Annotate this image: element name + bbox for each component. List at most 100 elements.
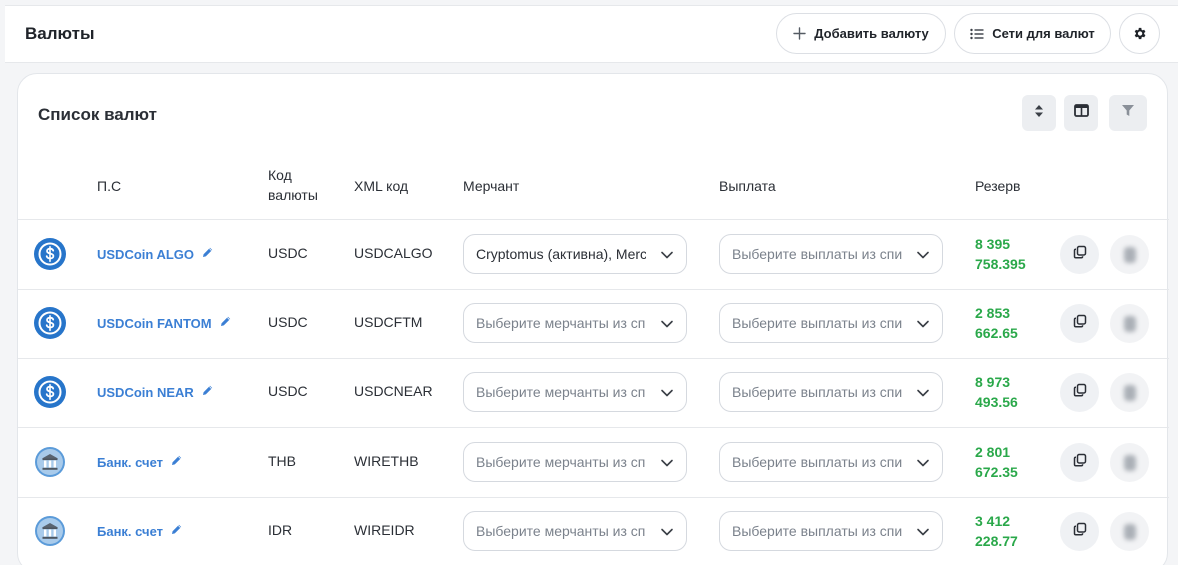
- copy-button[interactable]: [1060, 304, 1099, 343]
- xml-code: USDCALGO: [354, 245, 433, 261]
- pencil-icon[interactable]: [201, 384, 214, 400]
- column-header-merchant[interactable]: Мерчант: [463, 176, 519, 196]
- merchant-select[interactable]: Выберите мерчанты из списка: [463, 372, 687, 412]
- list-icon: [970, 28, 984, 40]
- xml-code: USDCNEAR: [354, 383, 433, 399]
- currency-name-link[interactable]: USDCoin NEAR: [97, 384, 214, 400]
- currency-name-link[interactable]: Банк. счет: [97, 523, 183, 539]
- reserve-amount: 3 412 228.77: [975, 511, 1018, 551]
- currency-name: USDCoin NEAR: [97, 384, 194, 400]
- table-row: Банк. счет THB WIRETHB Выберите мерчанты…: [18, 428, 1169, 497]
- merchant-select[interactable]: Cryptomus (активна), Merchant: [463, 234, 687, 274]
- trash-icon: [1123, 246, 1136, 263]
- usdc-coin-icon: [34, 238, 66, 270]
- reserve-amount: 8 973 493.56: [975, 372, 1018, 412]
- payout-select[interactable]: Выберите выплаты из списка: [719, 442, 943, 482]
- currency-networks-button[interactable]: Сети для валют: [954, 13, 1111, 54]
- page-header: Валюты Добавить валюту Сети для валют: [5, 5, 1178, 63]
- delete-button[interactable]: [1110, 512, 1149, 551]
- payout-select[interactable]: Выберите выплаты из списка: [719, 372, 943, 412]
- column-header-ps[interactable]: П.С: [97, 176, 121, 196]
- copy-icon: [1073, 245, 1087, 264]
- merchant-select[interactable]: Выберите мерчанты из списка: [463, 511, 687, 551]
- currency-name-link[interactable]: USDCoin FANTOM: [97, 315, 232, 331]
- chevron-down-icon: [660, 456, 674, 473]
- reserve-line-1: 3 412: [975, 513, 1011, 529]
- usdc-coin-icon: [34, 307, 66, 339]
- table-row: USDCoin ALGO USDC USDCALGO Cryptomus (ак…: [18, 220, 1169, 289]
- table-row: USDCoin FANTOM USDC USDCFTM Выберите мер…: [18, 289, 1169, 358]
- chevron-down-icon: [916, 456, 930, 473]
- chevron-down-icon: [916, 525, 930, 542]
- bank-icon: [34, 446, 66, 478]
- reserve-amount: 8 395 758.395: [975, 234, 1026, 274]
- reserve-line-2: 228.77: [975, 533, 1018, 549]
- payout-select[interactable]: Выберите выплаты из списка: [719, 234, 943, 274]
- reserve-line-1: 8 973: [975, 374, 1011, 390]
- copy-icon: [1073, 453, 1087, 472]
- merchant-select-value: Выберите мерчанты из списка: [476, 454, 646, 470]
- trash-icon: [1123, 523, 1136, 540]
- reserve-line-2: 758.395: [975, 256, 1026, 272]
- currency-list-card: Список валют П.С Код валюты XML код Мерч…: [17, 73, 1169, 565]
- currency-code: THB: [268, 453, 296, 469]
- currency-name-link[interactable]: USDCoin ALGO: [97, 246, 214, 262]
- xml-code: USDCFTM: [354, 314, 423, 330]
- currency-name: USDCoin ALGO: [97, 246, 195, 262]
- usdc-coin-icon: [34, 376, 66, 408]
- copy-button[interactable]: [1060, 512, 1099, 551]
- table-row: USDCoin NEAR USDC USDCNEAR Выберите мерч…: [18, 358, 1169, 427]
- plus-icon: [793, 27, 806, 40]
- chevron-down-icon: [916, 317, 930, 334]
- sort-button[interactable]: [1022, 95, 1056, 131]
- pencil-icon[interactable]: [170, 454, 183, 470]
- pencil-icon[interactable]: [170, 523, 183, 539]
- currency-name: Банк. счет: [97, 523, 164, 539]
- payout-select[interactable]: Выберите выплаты из списка: [719, 303, 943, 343]
- merchant-select[interactable]: Выберите мерчанты из списка: [463, 442, 687, 482]
- copy-icon: [1073, 522, 1087, 541]
- settings-button[interactable]: [1119, 13, 1160, 54]
- filter-button[interactable]: [1109, 95, 1147, 131]
- currency-code: USDC: [268, 383, 308, 399]
- currency-name-link[interactable]: Банк. счет: [97, 454, 183, 470]
- chevron-down-icon: [916, 386, 930, 403]
- payout-select-value: Выберите выплаты из списка: [732, 454, 902, 470]
- currency-code: IDR: [268, 522, 293, 538]
- columns-button[interactable]: [1064, 95, 1098, 131]
- chevron-down-icon: [916, 248, 930, 265]
- reserve-amount: 2 853 662.65: [975, 303, 1018, 343]
- delete-button[interactable]: [1110, 373, 1149, 412]
- xml-code: WIRETHB: [354, 453, 419, 469]
- merchant-select-value: Выберите мерчанты из списка: [476, 523, 646, 539]
- column-header-reserve[interactable]: Резерв: [975, 176, 1020, 196]
- copy-button[interactable]: [1060, 443, 1099, 482]
- column-header-xml[interactable]: XML код: [354, 176, 408, 196]
- payout-select[interactable]: Выберите выплаты из списка: [719, 511, 943, 551]
- column-header-code[interactable]: Код валюты: [268, 165, 318, 205]
- chevron-down-icon: [660, 525, 674, 542]
- reserve-line-2: 672.35: [975, 464, 1018, 480]
- merchant-select[interactable]: Выберите мерчанты из списка: [463, 303, 687, 343]
- sort-icon: [1034, 104, 1044, 123]
- delete-button[interactable]: [1110, 443, 1149, 482]
- bank-icon: [34, 515, 66, 547]
- reserve-line-1: 2 853: [975, 305, 1011, 321]
- add-currency-label: Добавить валюту: [814, 26, 929, 41]
- delete-button[interactable]: [1110, 235, 1149, 274]
- add-currency-button[interactable]: Добавить валюту: [776, 13, 946, 54]
- copy-button[interactable]: [1060, 235, 1099, 274]
- columns-icon: [1073, 104, 1089, 122]
- pencil-icon[interactable]: [219, 315, 232, 331]
- filter-icon: [1121, 104, 1135, 122]
- gear-icon: [1132, 26, 1147, 41]
- delete-button[interactable]: [1110, 304, 1149, 343]
- page-title: Валюты: [25, 24, 95, 43]
- currency-name: Банк. счет: [97, 454, 164, 470]
- copy-button[interactable]: [1060, 373, 1099, 412]
- reserve-line-1: 2 801: [975, 444, 1011, 460]
- currency-code: USDC: [268, 314, 308, 330]
- pencil-icon[interactable]: [201, 246, 214, 262]
- column-header-payout[interactable]: Выплата: [719, 176, 776, 196]
- trash-icon: [1123, 384, 1136, 401]
